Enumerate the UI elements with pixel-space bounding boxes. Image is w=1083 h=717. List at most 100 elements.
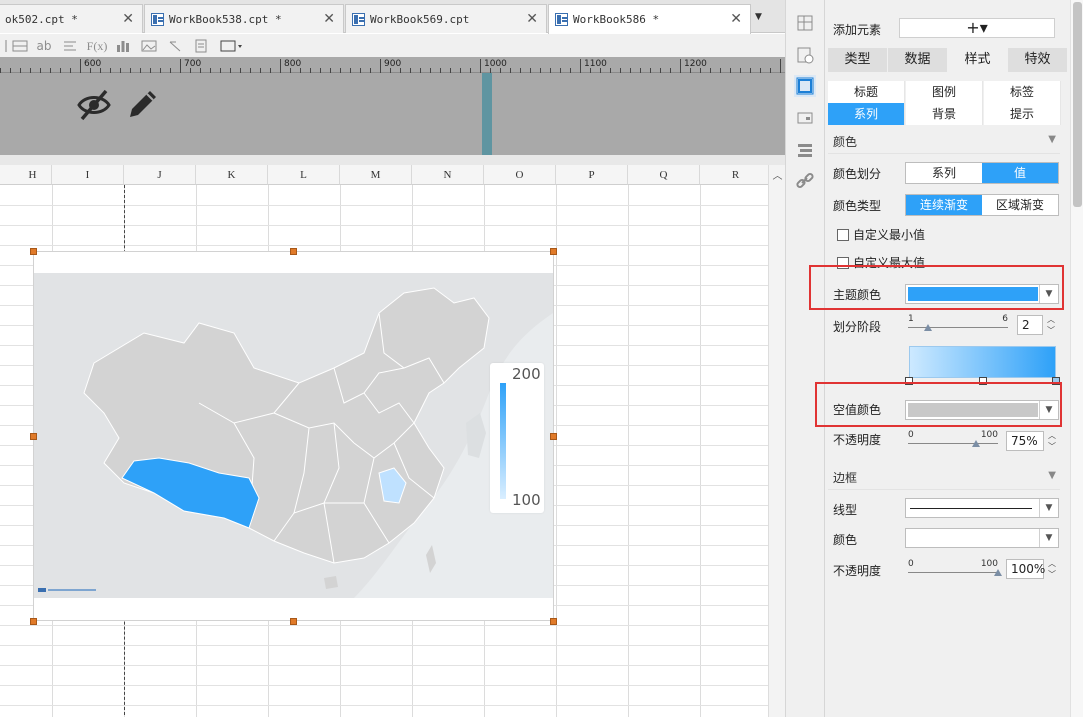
border-color-picker[interactable]: ▼ xyxy=(905,528,1059,548)
pencil-icon[interactable] xyxy=(126,87,160,121)
spinner-value: 75% xyxy=(1011,434,1038,448)
divide-option-series[interactable]: 系列 xyxy=(906,163,982,183)
tab-data[interactable]: 数据 xyxy=(888,48,948,72)
tab-workbook586[interactable]: WorkBook586 * ✕ xyxy=(548,4,751,34)
opacity-slider[interactable]: 0 100 xyxy=(908,430,998,454)
close-icon[interactable]: ✕ xyxy=(122,11,134,27)
map-legend[interactable]: 200 100 xyxy=(490,363,544,513)
image-icon[interactable] xyxy=(139,37,159,55)
column-header-m[interactable]: M xyxy=(340,165,412,185)
slider-track xyxy=(908,443,998,444)
gradient-preview-bar[interactable] xyxy=(909,346,1056,378)
column-header-j[interactable]: J xyxy=(124,165,196,185)
stages-slider[interactable]: 1 6 xyxy=(908,314,1008,338)
workbook-icon xyxy=(352,12,365,26)
border-style-icon[interactable] xyxy=(218,37,244,55)
column-header-i[interactable]: I xyxy=(52,165,124,185)
row-insert-icon[interactable] xyxy=(10,37,30,55)
tab-effect[interactable]: 特效 xyxy=(1008,48,1068,72)
formula-icon[interactable]: F(x) xyxy=(86,37,108,55)
spinner-arrows-icon[interactable]: ︿ ﹀ xyxy=(1045,430,1059,452)
tab-ok502[interactable]: ok502.cpt * ✕ xyxy=(0,4,143,33)
slider-thumb[interactable] xyxy=(924,324,932,331)
resize-handle[interactable] xyxy=(30,618,37,625)
subtab-legend[interactable]: 图例 xyxy=(906,81,983,103)
border-opacity-slider[interactable]: 0 100 xyxy=(908,559,1002,583)
slider-thumb[interactable] xyxy=(971,440,980,447)
scrollbar-thumb[interactable] xyxy=(1073,2,1082,207)
border-opacity-spinner[interactable]: 100% ︿ ﹀ xyxy=(1006,559,1056,579)
subtab-label[interactable]: 标签 xyxy=(984,81,1061,103)
column-header-r[interactable]: R xyxy=(700,165,768,185)
add-element-button[interactable]: +▾ xyxy=(899,18,1055,38)
condition-attribute-icon[interactable] xyxy=(794,139,816,161)
column-header-l[interactable]: L xyxy=(268,165,340,185)
border-color-label: 颜色 xyxy=(833,533,858,547)
column-header-q[interactable]: Q xyxy=(628,165,700,185)
resize-handle[interactable] xyxy=(550,618,557,625)
tab-overflow-button[interactable]: ▼ xyxy=(755,8,777,28)
legend-max-label: 200 xyxy=(512,365,541,383)
resize-handle[interactable] xyxy=(30,433,37,440)
border-section-header[interactable]: 边框 ▼ xyxy=(828,464,1060,490)
stages-spinner[interactable]: 2 ︿ ﹀ xyxy=(1017,315,1055,335)
cell-attribute-icon[interactable] xyxy=(794,44,816,66)
panel-main-tabs: 类型 数据 样式 特效 xyxy=(828,48,1068,72)
opacity-spinner[interactable]: 75% ︿ ﹀ xyxy=(1006,431,1056,451)
resize-handle[interactable] xyxy=(290,618,297,625)
close-icon[interactable]: ✕ xyxy=(526,11,538,27)
resize-handle[interactable] xyxy=(30,248,37,255)
sub-report-icon[interactable] xyxy=(191,37,211,55)
china-map xyxy=(34,273,553,598)
chevron-down-icon[interactable]: ▼ xyxy=(1039,499,1058,517)
line-type-dropdown[interactable]: ▼ xyxy=(905,498,1059,518)
hyperlink-icon[interactable] xyxy=(794,170,816,192)
type-option-region[interactable]: 区域渐变 xyxy=(982,195,1058,215)
eye-off-icon[interactable] xyxy=(76,87,112,123)
text-icon[interactable]: ab xyxy=(34,37,54,55)
panel-vertical-scrollbar[interactable] xyxy=(1070,0,1083,717)
scroll-up-icon[interactable]: ︿ xyxy=(769,167,786,182)
resize-handle[interactable] xyxy=(550,248,557,255)
tab-workbook569[interactable]: WorkBook569.cpt ✕ xyxy=(345,4,547,33)
column-header-n[interactable]: N xyxy=(412,165,484,185)
divide-option-value[interactable]: 值 xyxy=(982,163,1058,183)
spinner-arrows-icon[interactable]: ︿ ﹀ xyxy=(1044,314,1058,336)
slider-thumb[interactable] xyxy=(994,569,1002,576)
tab-workbook538[interactable]: WorkBook538.cpt * ✕ xyxy=(144,4,344,33)
subtab-title[interactable]: 标题 xyxy=(828,81,905,103)
close-icon[interactable]: ✕ xyxy=(323,11,335,27)
tab-style[interactable]: 样式 xyxy=(948,48,1008,72)
annotation-highlight-theme-color xyxy=(809,265,1064,310)
spinner-arrows-icon[interactable]: ︿ ﹀ xyxy=(1045,558,1059,580)
column-header-p[interactable]: P xyxy=(556,165,628,185)
annotation-highlight-null-color xyxy=(815,382,1062,427)
column-header-o[interactable]: O xyxy=(484,165,556,185)
align-icon[interactable] xyxy=(60,37,80,55)
tab-type[interactable]: 类型 xyxy=(828,48,888,72)
sheet-vertical-scrollbar[interactable]: ︿ xyxy=(768,165,785,717)
cell-element-icon[interactable] xyxy=(794,12,816,34)
color-divide-label: 颜色划分 xyxy=(833,167,882,181)
column-header-h[interactable]: H xyxy=(0,165,52,185)
column-header-k[interactable]: K xyxy=(196,165,268,185)
bar-chart-icon[interactable] xyxy=(113,37,133,55)
widget-setting-icon[interactable] xyxy=(794,75,816,97)
type-option-continuous[interactable]: 连续渐变 xyxy=(906,195,982,215)
border-opacity-label: 不透明度 xyxy=(833,564,882,578)
chevron-down-icon[interactable]: ▼ xyxy=(1039,529,1058,547)
resize-handle[interactable] xyxy=(290,248,297,255)
workbook-icon xyxy=(151,12,164,26)
color-section-header[interactable]: 颜色 ▼ xyxy=(828,128,1060,154)
close-icon[interactable]: ✕ xyxy=(730,11,742,27)
subtab-tooltip[interactable]: 提示 xyxy=(984,103,1061,125)
subtab-background[interactable]: 背景 xyxy=(906,103,983,125)
resize-handle[interactable] xyxy=(550,433,557,440)
custom-min-checkbox[interactable]: 自定义最小值 xyxy=(837,226,925,243)
slash-icon[interactable] xyxy=(165,37,185,55)
parameter-panel-icon[interactable] xyxy=(794,107,816,129)
map-chart-widget[interactable]: 200 100 xyxy=(33,251,554,621)
checkbox-box[interactable] xyxy=(837,228,849,241)
toolbar-grip xyxy=(4,37,8,55)
subtab-series[interactable]: 系列 xyxy=(828,103,905,125)
